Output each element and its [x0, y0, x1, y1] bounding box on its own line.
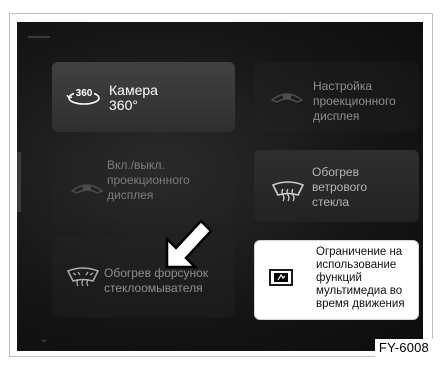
tile-camera-360[interactable]: 360 Камера 360°: [52, 62, 235, 132]
tile-windshield-heat-label: Обогрев ветрового стекла: [312, 165, 368, 209]
camera-360-icon: 360: [66, 87, 100, 105]
camera-360-icon-text: 360: [76, 88, 93, 99]
windshield-heat-icon: [271, 181, 305, 202]
pointer-arrow-icon: [165, 219, 213, 269]
tile-media-limit-label: Ограничение на использование функций мул…: [316, 246, 405, 310]
tile-hud-settings[interactable]: Настройка проекционного дисплея: [254, 62, 419, 132]
status-indicator: [28, 36, 50, 38]
figure-code: FY-6008: [374, 339, 433, 357]
side-scroll-indicator: [17, 152, 21, 212]
hud-settings-icon: [270, 93, 304, 103]
tile-windshield-heat[interactable]: Обогрев ветрового стекла: [254, 150, 419, 222]
tile-hud-settings-label: Настройка проекционного дисплея: [313, 79, 396, 123]
washer-nozzle-heat-icon: [66, 267, 100, 287]
media-restriction-icon: [269, 269, 293, 286]
tile-hud-toggle[interactable]: Вкл./выкл. проекционного дисплея: [52, 150, 235, 222]
tile-camera-label: Камера 360°: [109, 82, 158, 113]
hud-toggle-icon: [70, 184, 104, 194]
vehicle-settings-screen: 360 Камера 360° Настройка проекционного …: [17, 22, 423, 351]
tile-hud-toggle-label: Вкл./выкл. проекционного дисплея: [107, 158, 190, 202]
tile-media-limit-callout[interactable]: Ограничение на использование функций мул…: [254, 240, 419, 320]
chevron-down-icon: ⌄: [40, 334, 49, 345]
